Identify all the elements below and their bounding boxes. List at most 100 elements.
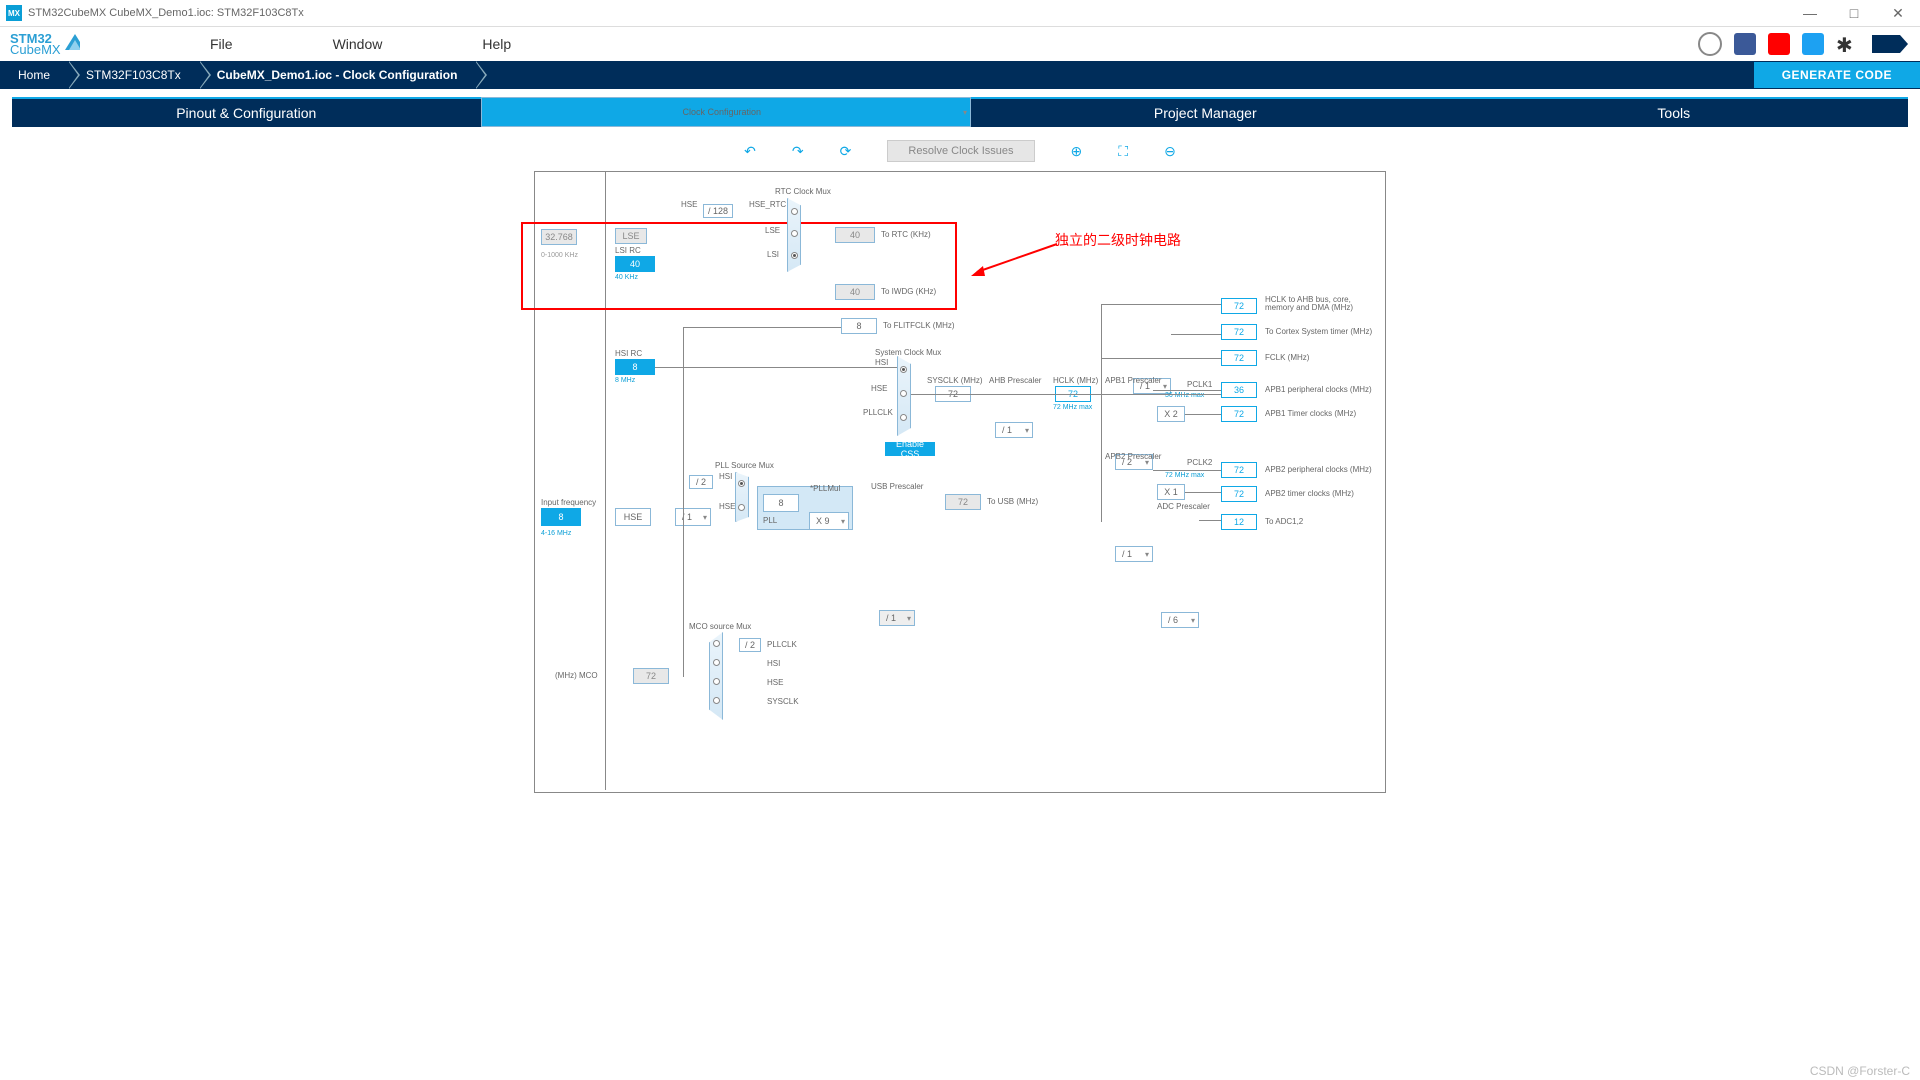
apb2-note: 72 MHz max xyxy=(1165,472,1204,479)
apb2-label: APB2 Prescaler xyxy=(1105,452,1161,461)
app-icon: MX xyxy=(6,5,22,21)
pllmul-select[interactable]: X 9 xyxy=(809,512,849,530)
out-apb2t-label: APB2 timer clocks (MHz) xyxy=(1265,489,1354,498)
out-fclk-label: FCLK (MHz) xyxy=(1265,353,1309,362)
mco-pll-radio[interactable] xyxy=(713,640,720,647)
mco-out-label: (MHz) MCO xyxy=(555,671,598,680)
st-logo-icon xyxy=(1870,33,1910,55)
out-hclk-label: HCLK to AHB bus, core, memory and DMA (M… xyxy=(1265,296,1375,312)
sysmux-hse[interactable] xyxy=(900,390,907,397)
sys-pllclk-label: PLLCLK xyxy=(863,408,893,417)
zoom-out-icon[interactable]: ⊖ xyxy=(1164,143,1176,160)
ahb-label: AHB Prescaler xyxy=(989,376,1041,385)
rtc-mux-lse[interactable] xyxy=(791,230,798,237)
rtc-mux-hsertc[interactable] xyxy=(791,208,798,215)
mco-sysclk-radio[interactable] xyxy=(713,697,720,704)
mco-hse-label: HSE xyxy=(767,678,783,687)
titlebar: MX STM32CubeMX CubeMX_Demo1.ioc: STM32F1… xyxy=(0,0,1920,27)
hsi-val-box[interactable]: 8 xyxy=(615,359,655,375)
zoom-in-icon[interactable]: ⊕ xyxy=(1071,143,1083,160)
watermark: CSDN @Forster-C xyxy=(1810,1064,1910,1078)
pll-in-box: 8 xyxy=(763,494,799,512)
lsi-val-box[interactable]: 40 xyxy=(615,256,655,272)
crumb-chip[interactable]: STM32F103C8Tx xyxy=(68,61,199,89)
menu-help[interactable]: Help xyxy=(482,36,511,52)
tab-pinout[interactable]: Pinout & Configuration xyxy=(12,97,481,127)
close-button[interactable]: ✕ xyxy=(1876,0,1920,26)
tab-tools[interactable]: Tools xyxy=(1440,97,1909,127)
hclk-note: 72 MHz max xyxy=(1053,404,1092,411)
out-adc-box: 12 xyxy=(1221,514,1257,530)
hse-label: HSE xyxy=(681,200,697,209)
hsi-note: 8 MHz xyxy=(615,377,635,384)
twitter-icon[interactable] xyxy=(1802,33,1824,55)
sys-mux-label: System Clock Mux xyxy=(875,348,941,357)
adc-label: ADC Prescaler xyxy=(1157,502,1210,511)
out-adc-label: To ADC1,2 xyxy=(1265,517,1303,526)
mco-hse-radio[interactable] xyxy=(713,678,720,685)
mco-out-box: 72 xyxy=(633,668,669,684)
hse-range: 4-16 MHz xyxy=(541,530,571,537)
apb1-timer-mul: X 2 xyxy=(1157,406,1185,422)
facebook-icon[interactable] xyxy=(1734,33,1756,55)
hse-div-box[interactable]: / 128 xyxy=(703,204,733,218)
out-hclk-box: 72 xyxy=(1221,298,1257,314)
pll-hse-label: HSE xyxy=(719,502,735,511)
apb1-label: APB1 Prescaler xyxy=(1105,376,1161,385)
youtube-icon[interactable] xyxy=(1768,33,1790,55)
tab-project[interactable]: Project Manager xyxy=(971,97,1440,127)
irdb-icon[interactable] xyxy=(1698,32,1722,56)
undo-icon[interactable]: ↶ xyxy=(744,143,756,160)
mco-div-box: / 2 xyxy=(739,638,761,652)
hse-prescaler[interactable]: / 1 xyxy=(675,508,711,526)
out-fclk-box: 72 xyxy=(1221,350,1257,366)
resolve-clock-button[interactable]: Resolve Clock Issues xyxy=(887,140,1034,162)
mco-pllclk-label: PLLCLK xyxy=(767,640,797,649)
redo-icon[interactable]: ↷ xyxy=(792,143,804,160)
hclk-label: HCLK (MHz) xyxy=(1053,376,1098,385)
menu-file[interactable]: File xyxy=(210,36,233,52)
sysmux-pll[interactable] xyxy=(900,414,907,421)
mco-hsi-radio[interactable] xyxy=(713,659,720,666)
rtc-mux-lsi[interactable] xyxy=(791,252,798,259)
apb2-prescaler[interactable]: / 1 xyxy=(1115,546,1153,562)
out-apb2t-box: 72 xyxy=(1221,486,1257,502)
enable-css-button[interactable]: Enable CSS xyxy=(885,442,935,456)
sys-hse-label: HSE xyxy=(871,384,887,393)
fit-icon[interactable]: ⛶ xyxy=(1118,143,1128,160)
maximize-button[interactable]: □ xyxy=(1832,0,1876,26)
out-apb2-box: 72 xyxy=(1221,462,1257,478)
ahb-prescaler[interactable]: / 1 xyxy=(995,422,1033,438)
menu-window[interactable]: Window xyxy=(333,36,383,52)
crumb-file[interactable]: CubeMX_Demo1.ioc - Clock Configuration xyxy=(199,61,476,89)
share-icon[interactable]: ✱ xyxy=(1836,33,1858,55)
hse-in-box[interactable]: 8 xyxy=(541,508,581,526)
lse-box[interactable]: LSE xyxy=(615,228,647,244)
tab-clock[interactable]: Clock Configuration xyxy=(481,97,972,127)
adc-prescaler[interactable]: / 6 xyxy=(1161,612,1199,628)
annotation-label: 独立的二级时钟电路 xyxy=(1055,230,1181,250)
out-cortex-box: 72 xyxy=(1221,324,1257,340)
topbar: STM32CubeMX File Window Help ✱ xyxy=(0,27,1920,61)
usb-prescaler[interactable]: / 1 xyxy=(879,610,915,626)
out-apb2-label: APB2 peripheral clocks (MHz) xyxy=(1265,465,1372,474)
out-apb1-box: 36 xyxy=(1221,382,1257,398)
pll-mux-hse[interactable] xyxy=(738,504,745,511)
minimize-button[interactable]: ― xyxy=(1788,0,1832,26)
pll-mux-hsi[interactable] xyxy=(738,480,745,487)
generate-code-button[interactable]: GENERATE CODE xyxy=(1754,62,1920,88)
mco-hsi-label: HSI xyxy=(767,659,780,668)
out-apb1t-label: APB1 Timer clocks (MHz) xyxy=(1265,409,1356,418)
logo: STM32CubeMX xyxy=(10,32,80,56)
refresh-icon[interactable]: ⟳ xyxy=(840,143,852,160)
iwdg-out-label: To IWDG (KHz) xyxy=(881,287,936,296)
lsi-rc-label: LSI RC xyxy=(615,246,641,255)
clock-diagram[interactable]: 独立的二级时钟电路 RTC Clock Mux HSE / 128 HSE_RT… xyxy=(534,171,1386,793)
apb2-timer-mul: X 1 xyxy=(1157,484,1185,500)
pll-src-label: PLL Source Mux xyxy=(715,461,774,470)
hse-box[interactable]: HSE xyxy=(615,508,651,526)
pclk1-label: PCLK1 xyxy=(1187,380,1212,389)
crumb-home[interactable]: Home xyxy=(0,61,68,89)
lse-freq-input[interactable]: 32.768 xyxy=(541,229,577,245)
sysmux-hsi[interactable] xyxy=(900,366,907,373)
